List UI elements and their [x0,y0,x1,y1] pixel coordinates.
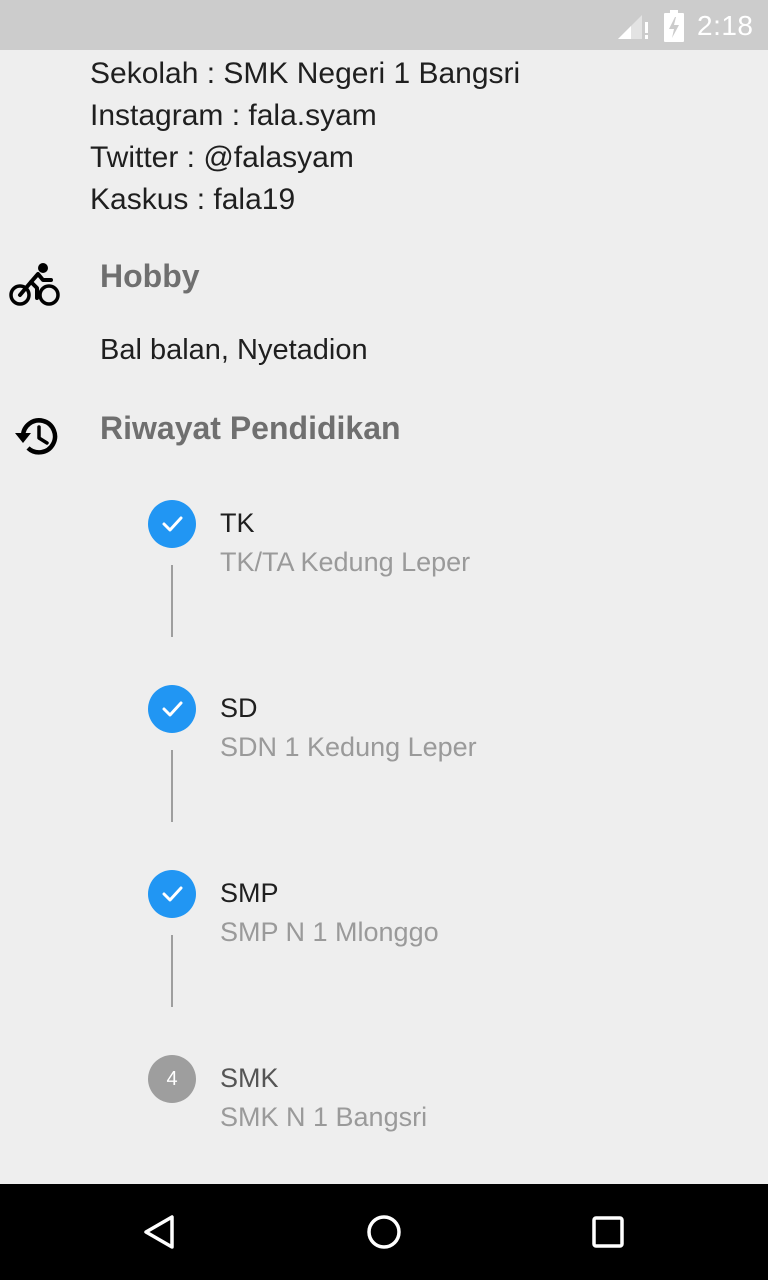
step-4-subtitle: SMK N 1 Bangsri [220,1102,428,1132]
step-3-subtitle: SMP N 1 Mlonggo [220,917,439,947]
hobby-text: Bal balan, Nyetadion [100,334,368,366]
step-4-number-badge: 4 [148,1055,196,1103]
info-kaskus: Kaskus : fala19 [90,183,296,216]
info-sekolah: Sekolah : SMK Negeri 1 Bangsri [90,57,521,90]
step-2-connector [171,750,173,822]
step-1-connector [171,565,173,637]
step-3-check-icon [148,870,196,918]
step-1-check-icon [148,500,196,548]
home-icon[interactable] [360,1208,408,1256]
step-1-title: TK [220,508,255,538]
status-bar: 2:18 [0,0,768,50]
hobby-title: Hobby [100,258,200,294]
signal-no-data-icon [618,15,648,39]
battery-charging-icon [664,10,684,42]
step-4-title: SMK [220,1063,279,1093]
status-time: 2:18 [697,10,754,41]
step-3-connector [171,935,173,1007]
history-icon [15,418,58,455]
recents-icon[interactable] [584,1208,632,1256]
step-2-check-icon [148,685,196,733]
step-4-number: 4 [166,1067,178,1090]
back-icon[interactable] [136,1208,184,1256]
info-twitter: Twitter : @falasyam [90,141,354,174]
step-2-subtitle: SDN 1 Kedung Leper [220,732,477,762]
step-1-subtitle: TK/TA Kedung Leper [220,547,471,577]
step-3-title: SMP [220,878,279,908]
step-2-title: SD [220,693,258,723]
education-title: Riwayat Pendidikan [100,410,401,446]
info-instagram: Instagram : fala.syam [90,99,377,132]
navigation-bar [0,1184,768,1280]
bike-icon [9,263,60,306]
